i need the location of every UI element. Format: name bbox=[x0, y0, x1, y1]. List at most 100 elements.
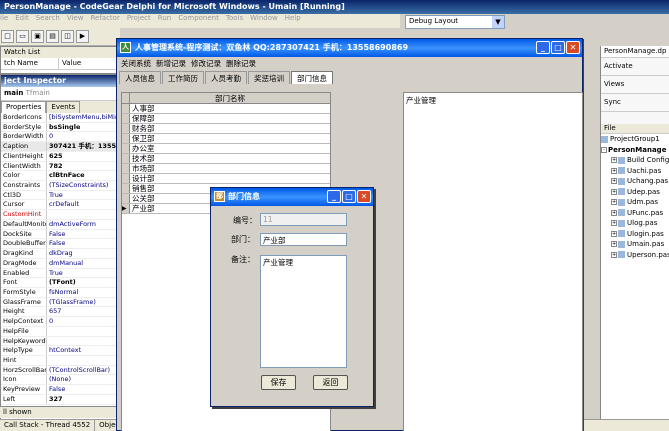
app-tab[interactable]: 工作简历 bbox=[162, 71, 204, 84]
sync-button[interactable]: Sync bbox=[601, 94, 669, 112]
property-value[interactable]: dmManual bbox=[47, 259, 117, 268]
expand-icon[interactable]: + bbox=[611, 157, 617, 163]
project-tab[interactable]: PersonManage.dp bbox=[601, 46, 669, 58]
property-row[interactable]: BorderIcons[biSystemMenu,biMinim bbox=[1, 113, 117, 123]
expand-icon[interactable]: + bbox=[611, 251, 617, 258]
ide-menu-item[interactable]: Tools bbox=[226, 14, 243, 22]
project-node[interactable]: - PersonManage bbox=[601, 145, 669, 156]
property-value[interactable]: False bbox=[47, 239, 117, 248]
watch-col-value[interactable]: Value bbox=[59, 58, 117, 69]
open-project-icon[interactable]: ◫ bbox=[61, 30, 74, 43]
project-file-item[interactable]: + Ulog.pas bbox=[601, 218, 669, 229]
property-row[interactable]: DragKind dkDrag bbox=[1, 249, 117, 259]
note-field[interactable]: 产业管理 bbox=[260, 255, 347, 368]
project-file-item[interactable]: + Ulogin.pas bbox=[601, 229, 669, 240]
property-value[interactable]: 0 bbox=[47, 317, 117, 326]
department-row[interactable]: 财务部 bbox=[122, 124, 330, 134]
app-menu-item[interactable]: 修改记录 bbox=[191, 59, 221, 68]
activate-button[interactable]: Activate bbox=[601, 58, 669, 76]
ide-menu-item[interactable]: Edit bbox=[15, 14, 29, 22]
property-row[interactable]: ClientHeight 625 bbox=[1, 151, 117, 162]
component-selector[interactable]: main Tfmain bbox=[1, 87, 117, 101]
department-row[interactable]: 设计部 bbox=[122, 174, 330, 184]
department-row[interactable]: 技术部 bbox=[122, 154, 330, 164]
expand-icon[interactable]: + bbox=[611, 209, 617, 216]
property-row[interactable]: Icon (None) bbox=[1, 375, 117, 386]
ide-menu-item[interactable]: Help bbox=[285, 14, 301, 22]
dialog-minimize-icon[interactable]: _ bbox=[327, 190, 341, 203]
property-value[interactable]: True bbox=[47, 191, 117, 200]
property-value[interactable]: dkDrag bbox=[47, 249, 117, 258]
property-row[interactable]: ClientWidth 782 bbox=[1, 161, 117, 172]
grid-header-dept-name[interactable]: 部门名称 bbox=[130, 93, 330, 103]
dialog-close-icon[interactable]: ✕ bbox=[357, 190, 371, 203]
property-row[interactable]: Color clBtnFace bbox=[1, 171, 117, 182]
property-row[interactable]: Constraints (TSizeConstraints) bbox=[1, 181, 117, 191]
property-value[interactable] bbox=[47, 210, 117, 219]
property-value[interactable]: 0 bbox=[47, 132, 117, 141]
app-menu-item[interactable]: 删除记录 bbox=[226, 59, 256, 68]
project-file-item[interactable]: + Umain.pas bbox=[601, 239, 669, 250]
save-all-icon[interactable]: ▤ bbox=[46, 30, 59, 43]
ide-menu-item[interactable]: View bbox=[67, 14, 84, 22]
collapse-icon[interactable]: - bbox=[601, 146, 607, 153]
project-file-item[interactable]: + Udep.pas bbox=[601, 187, 669, 198]
chevron-down-icon[interactable]: ▼ bbox=[492, 16, 504, 28]
property-value[interactable] bbox=[47, 356, 117, 365]
property-value[interactable]: False bbox=[47, 230, 117, 239]
new-icon[interactable]: □ bbox=[1, 30, 14, 43]
expand-icon[interactable]: + bbox=[611, 230, 617, 237]
property-row[interactable]: BorderStyle bsSingle bbox=[1, 122, 117, 133]
property-value[interactable]: False bbox=[47, 385, 117, 394]
property-row[interactable]: FormStyle fsNormal bbox=[1, 287, 117, 298]
property-row[interactable]: Enabled True bbox=[1, 268, 117, 279]
expand-icon[interactable]: + bbox=[611, 199, 617, 205]
property-row[interactable]: Font (TFont) bbox=[1, 278, 117, 288]
ide-menu-item[interactable]: Run bbox=[158, 14, 171, 22]
property-row[interactable]: KeyPreview False bbox=[1, 385, 117, 395]
ide-menu-item[interactable]: Search bbox=[36, 14, 60, 22]
property-row[interactable]: GlassFrame (TGlassFrame) bbox=[1, 297, 117, 308]
watch-col-name[interactable]: tch Name bbox=[1, 58, 59, 69]
project-file-item[interactable]: + Uperson.pas bbox=[601, 250, 669, 261]
property-row[interactable]: HelpType htContext bbox=[1, 346, 117, 356]
property-value[interactable]: (None) bbox=[47, 375, 117, 384]
property-row[interactable]: HelpKeyword bbox=[1, 336, 117, 347]
ide-menu-item[interactable]: Refactor bbox=[90, 14, 119, 22]
app-tab[interactable]: 人员信息 bbox=[119, 71, 161, 84]
property-value[interactable]: bsSingle bbox=[47, 123, 117, 132]
department-row[interactable]: 市场部 bbox=[122, 164, 330, 174]
app-menu-item[interactable]: 新增记录 bbox=[156, 59, 186, 68]
property-value[interactable]: 327 bbox=[47, 395, 117, 404]
expand-icon[interactable]: + bbox=[611, 241, 617, 247]
dialog-maximize-icon[interactable]: □ bbox=[342, 190, 356, 203]
property-value[interactable]: 782 bbox=[47, 162, 117, 171]
expand-icon[interactable]: + bbox=[611, 188, 617, 195]
id-field[interactable]: 11 bbox=[260, 213, 347, 226]
project-file-item[interactable]: + Uchang.pas bbox=[601, 176, 669, 187]
property-value[interactable]: (TGlassFrame) bbox=[47, 298, 117, 307]
property-value[interactable]: (TControlScrollBar) bbox=[47, 366, 117, 375]
property-value[interactable]: (TFont) bbox=[47, 278, 117, 287]
app-menu-item[interactable]: 关闭系统 bbox=[121, 59, 151, 68]
project-file-item[interactable]: + Build Configu bbox=[601, 155, 669, 166]
property-value[interactable]: [biSystemMenu,biMinim bbox=[47, 113, 117, 122]
property-row[interactable]: Hint bbox=[1, 355, 117, 366]
property-row[interactable]: DockSite False bbox=[1, 229, 117, 240]
property-row[interactable]: HelpFile bbox=[1, 326, 117, 337]
maximize-icon[interactable]: □ bbox=[551, 41, 565, 54]
property-value[interactable]: True bbox=[47, 269, 117, 278]
ide-menu-item[interactable]: Component bbox=[178, 14, 219, 22]
property-value[interactable] bbox=[47, 337, 117, 346]
property-row[interactable]: Left 327 bbox=[1, 394, 117, 405]
project-file-item[interactable]: + Udm.pas bbox=[601, 197, 669, 208]
views-button[interactable]: Views bbox=[601, 76, 669, 94]
property-value[interactable]: fsNormal bbox=[47, 288, 117, 297]
taskbar-call-stack[interactable]: Call Stack - Thread 4552 bbox=[0, 420, 96, 431]
save-button[interactable]: 保存 bbox=[261, 375, 296, 390]
tab-properties[interactable]: Properties bbox=[1, 101, 47, 113]
property-value[interactable]: clBtnFace bbox=[47, 171, 117, 180]
expand-icon[interactable]: + bbox=[611, 220, 617, 226]
property-value[interactable]: dmActiveForm bbox=[47, 220, 117, 229]
property-row[interactable]: HelpContext 0 bbox=[1, 317, 117, 327]
